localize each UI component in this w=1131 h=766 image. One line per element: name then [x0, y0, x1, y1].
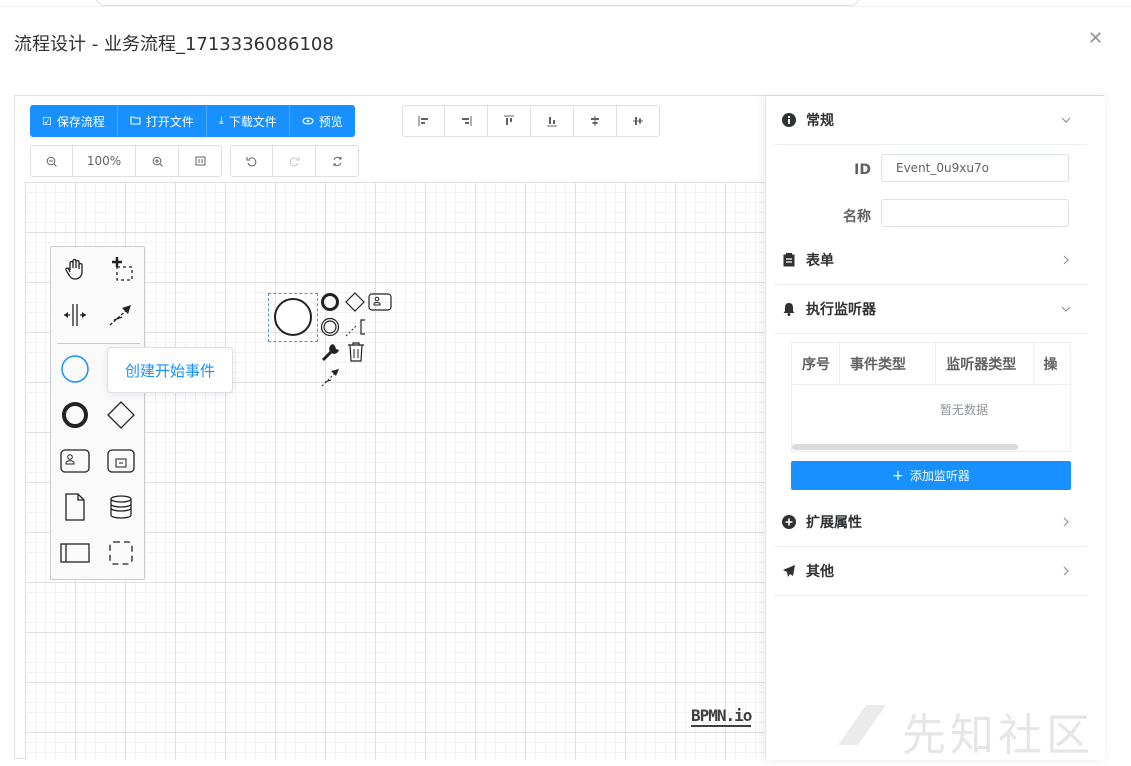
info-icon	[782, 113, 796, 127]
col-event-type: 事件类型	[840, 343, 937, 385]
zoom-level[interactable]: 100%	[73, 145, 136, 177]
watermark-logo	[838, 705, 886, 745]
participant-icon[interactable]	[55, 533, 95, 573]
append-end-event-icon[interactable]	[320, 292, 340, 312]
fit-view-icon[interactable]	[179, 145, 222, 177]
append-gateway-icon[interactable]	[344, 292, 366, 312]
chevron-down-icon	[1061, 306, 1071, 312]
col-actions: 操	[1043, 357, 1058, 373]
end-event-icon[interactable]	[55, 395, 95, 435]
palette-tooltip: 创建开始事件	[107, 347, 233, 393]
id-input[interactable]: Event_0u9xu7o	[881, 154, 1069, 182]
section-general-header[interactable]: 常规	[774, 96, 1087, 145]
align-bottom-icon[interactable]	[531, 105, 574, 137]
top-divider	[0, 6, 1131, 7]
empty-text: 暂无数据	[939, 403, 988, 417]
append-text-annotation-icon[interactable]	[345, 317, 367, 337]
trash-icon[interactable]	[346, 341, 366, 363]
process-designer: ☑ 保存流程 打开文件 ⤓ 下载文件 预览 100% 创建开始事件 BPMN.i…	[14, 95, 1105, 760]
section-form-header[interactable]: 表单	[774, 236, 1087, 285]
append-task-icon[interactable]	[368, 293, 392, 311]
id-label: ID	[854, 162, 871, 178]
start-event-icon[interactable]	[55, 349, 95, 389]
listeners-table: 序号 事件类型 监听器类型 操 暂无数据	[791, 342, 1071, 452]
align-center-vertical-icon[interactable]	[574, 105, 617, 137]
edit-icon: ☑	[42, 114, 52, 128]
eye-icon	[302, 115, 314, 128]
data-store-icon[interactable]	[101, 487, 141, 527]
zoom-actions-group: 100%	[30, 145, 222, 177]
data-object-icon[interactable]	[55, 487, 95, 527]
connect-icon[interactable]	[320, 366, 342, 388]
chevron-right-icon	[1063, 517, 1069, 527]
name-label: 名称	[843, 209, 871, 225]
dialog-title: 流程设计 - 业务流程_1713336086108	[14, 34, 334, 55]
preview-button[interactable]: 预览	[289, 105, 355, 137]
user-task-icon[interactable]	[55, 441, 95, 481]
folder-open-icon	[130, 115, 141, 128]
chevron-right-icon	[1063, 566, 1069, 576]
append-intermediate-event-icon[interactable]	[320, 317, 340, 337]
plus-circle-icon	[782, 515, 796, 529]
bpmn-io-logo[interactable]: BPMN.io	[691, 707, 752, 727]
section-other-header[interactable]: 其他	[774, 547, 1087, 596]
add-listener-button[interactable]: + 添加监听器	[791, 461, 1071, 490]
clipboard-icon	[782, 253, 796, 267]
close-icon[interactable]: ✕	[1088, 28, 1103, 49]
section-listeners-header[interactable]: 执行监听器	[774, 285, 1087, 334]
download-file-button[interactable]: ⤓ 下载文件	[206, 105, 290, 137]
lasso-tool-icon[interactable]	[101, 249, 141, 289]
align-actions-group	[402, 105, 660, 137]
palette-separator	[57, 343, 140, 344]
global-connect-tool-icon[interactable]	[101, 295, 141, 335]
redo-icon[interactable]	[273, 145, 316, 177]
group-icon[interactable]	[101, 533, 141, 573]
start-event-shape[interactable]	[273, 297, 313, 337]
align-right-icon[interactable]	[445, 105, 488, 137]
refresh-icon[interactable]	[316, 145, 359, 177]
open-file-button[interactable]: 打开文件	[117, 105, 207, 137]
align-top-icon[interactable]	[488, 105, 531, 137]
space-tool-icon[interactable]	[55, 295, 95, 335]
col-listener-type: 监听器类型	[936, 343, 1034, 385]
properties-panel: 常规 ID Event_0u9xu7o 名称 表单 执行监听器 序号 事件类型 …	[765, 96, 1105, 760]
name-input[interactable]	[881, 199, 1069, 227]
chevron-down-icon	[1061, 117, 1071, 123]
watermark-text: 先知社区	[902, 710, 1094, 761]
align-left-icon[interactable]	[402, 105, 445, 137]
table-scrollbar[interactable]	[792, 444, 1018, 450]
zoom-in-icon[interactable]	[136, 145, 179, 177]
hand-tool-icon[interactable]	[55, 249, 95, 289]
plus-icon: +	[892, 467, 904, 484]
undo-icon[interactable]	[230, 145, 273, 177]
chevron-right-icon	[1063, 255, 1069, 265]
sub-process-icon[interactable]	[101, 441, 141, 481]
send-icon	[782, 564, 796, 578]
col-index: 序号	[792, 343, 840, 385]
history-actions-group	[230, 145, 359, 177]
file-actions-group: ☑ 保存流程 打开文件 ⤓ 下载文件 预览	[30, 105, 355, 137]
bell-icon	[782, 302, 796, 316]
gateway-icon[interactable]	[101, 395, 141, 435]
wrench-icon[interactable]	[320, 342, 342, 362]
download-icon: ⤓	[218, 114, 224, 127]
save-process-button[interactable]: ☑ 保存流程	[30, 105, 118, 137]
align-middle-horizontal-icon[interactable]	[617, 105, 660, 137]
bpmn-palette	[50, 246, 145, 580]
section-extension-header[interactable]: 扩展属性	[774, 498, 1087, 547]
zoom-out-icon[interactable]	[30, 145, 73, 177]
table-header: 序号 事件类型 监听器类型 操	[792, 343, 1070, 385]
